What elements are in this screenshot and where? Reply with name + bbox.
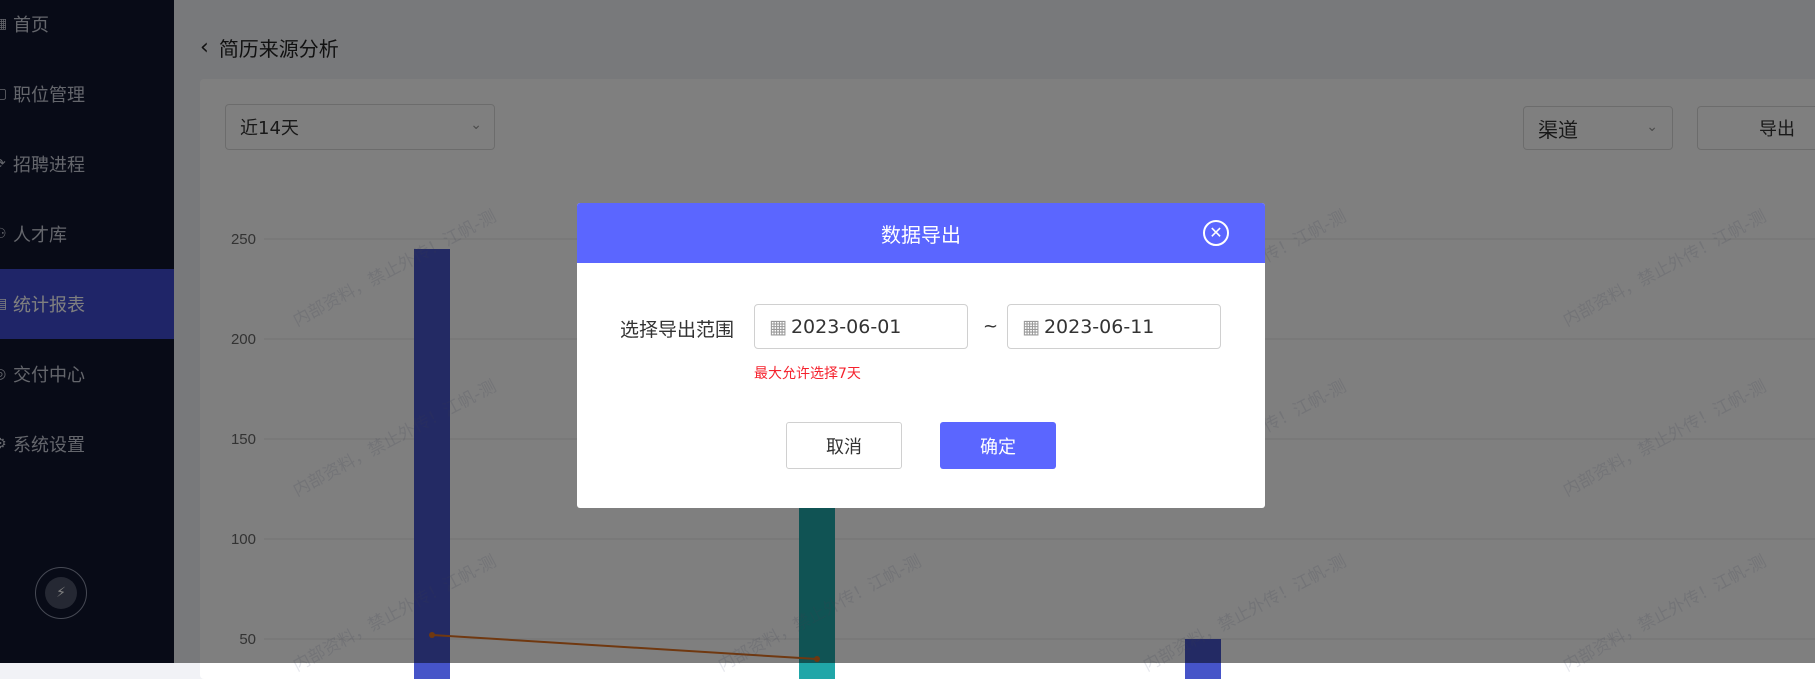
calendar-icon: ▦ [1022, 315, 1040, 338]
start-date-value: 2023-06-01 [790, 315, 902, 338]
end-date-value: 2023-06-11 [1043, 315, 1155, 338]
close-icon: ✕ [1209, 223, 1223, 242]
export-dialog: 数据导出 ✕ 选择导出范围 ▦ 2023-06-01 ~ ▦ 2023-06-1… [577, 203, 1265, 508]
calendar-icon: ▦ [769, 315, 787, 338]
confirm-button[interactable]: 确定 [940, 422, 1056, 469]
cancel-button[interactable]: 取消 [786, 422, 902, 469]
dialog-header: 数据导出 ✕ [577, 203, 1265, 263]
end-date-input[interactable]: ▦ 2023-06-11 [1007, 304, 1221, 349]
close-button[interactable]: ✕ [1203, 220, 1229, 246]
start-date-input[interactable]: ▦ 2023-06-01 [754, 304, 968, 349]
dialog-title: 数据导出 [881, 222, 961, 247]
date-separator: ~ [983, 316, 999, 337]
export-range-label: 选择导出范围 [620, 319, 735, 341]
range-warning: 最大允许选择7天 [754, 366, 861, 382]
